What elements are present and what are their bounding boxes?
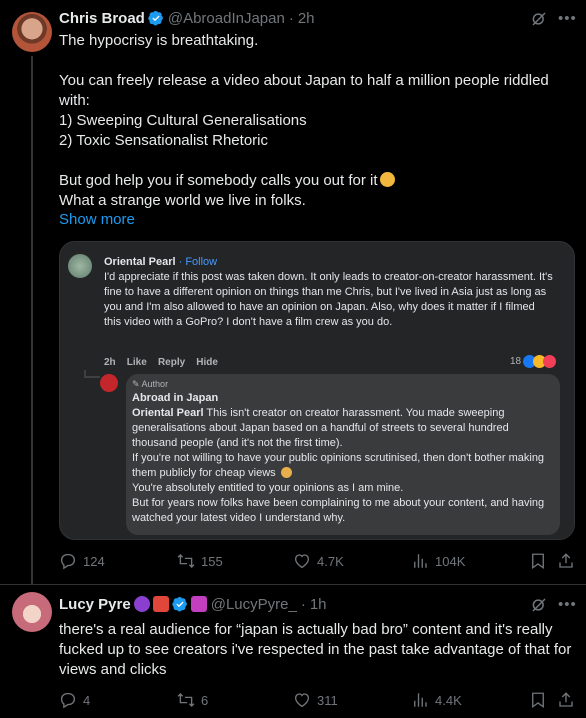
tweet-actions: 4 6 311 4.4K <box>59 690 575 710</box>
bookmark-icon[interactable] <box>529 552 547 570</box>
tweet-actions: 124 155 4.7K 104K <box>59 551 575 571</box>
embedded-screenshot[interactable]: Oriental Pearl · Follow I'd appreciate i… <box>59 241 575 540</box>
reply-button[interactable]: 4 <box>59 690 90 710</box>
comment-like: Like <box>126 357 147 368</box>
views-button[interactable]: 104K <box>411 551 465 571</box>
views-count: 104K <box>435 553 466 569</box>
views-icon <box>414 693 427 707</box>
fries-emoji-icon <box>152 596 169 612</box>
reply-author: Abroad in Japan <box>132 392 219 404</box>
comment-reply: Reply <box>157 357 186 368</box>
follow-link: · Follow <box>178 256 218 268</box>
show-more-link[interactable]: Show more <box>59 211 135 228</box>
author-badge: ✎ Author <box>132 379 169 389</box>
author-badge-label: Author <box>141 379 169 389</box>
tweet-text: The hypocrisy is breathtaking. You can f… <box>59 31 574 211</box>
avatar[interactable] <box>12 12 52 52</box>
affiliate-badge-icon <box>190 596 207 612</box>
author-handle[interactable]: @LucyPyre_ <box>211 596 297 613</box>
views-icon <box>414 554 427 568</box>
like-count: 4.7K <box>317 553 344 569</box>
tweet-text-last-line: What a strange world we live in folks. <box>59 192 306 209</box>
repost-count: 6 <box>201 692 209 708</box>
reply-line-3: You're absolutely entitled to your opini… <box>132 482 404 494</box>
tweet-chris-broad[interactable]: Chris Broad @AbroadInJapan · 2h ••• The … <box>0 0 586 585</box>
like-button[interactable]: 4.7K <box>293 551 344 571</box>
repost-button[interactable]: 155 <box>177 551 223 571</box>
comment-author: Oriental Pearl <box>104 256 176 268</box>
love-reaction-icon <box>543 355 557 368</box>
tweet-header: Chris Broad @AbroadInJapan · 2h <box>59 8 315 28</box>
avatar[interactable] <box>12 592 52 632</box>
commenter-avatar <box>68 254 92 278</box>
timestamp[interactable]: 1h <box>310 596 327 613</box>
author-name[interactable]: Lucy Pyre <box>59 596 131 613</box>
repost-count: 155 <box>201 553 223 569</box>
timestamp[interactable]: 2h <box>298 10 315 27</box>
reply-line-2: If you're not willing to have your publi… <box>132 452 545 479</box>
reaction-summary: 18 <box>510 354 557 369</box>
reaction-count: 18 <box>510 356 522 367</box>
author-handle[interactable]: @AbroadInJapan <box>168 10 285 27</box>
reply-count: 4 <box>83 692 91 708</box>
tweet-text-body: The hypocrisy is breathtaking. You can f… <box>59 32 549 189</box>
comment-time: 2h <box>104 357 116 368</box>
share-icon[interactable] <box>557 552 575 570</box>
bookmark-icon[interactable] <box>529 691 547 709</box>
like-count: 311 <box>317 692 338 708</box>
more-options-icon[interactable]: ••• <box>558 596 576 614</box>
thread-line <box>31 56 33 585</box>
tweet-header: Lucy Pyre @LucyPyre_ · 1h <box>59 594 327 614</box>
verified-badge-icon <box>148 11 163 26</box>
devil-emoji-icon <box>133 596 150 612</box>
reply-button[interactable]: 124 <box>59 551 105 571</box>
reply-connector-horizontal <box>84 376 100 378</box>
reply-line-4: But for years now folks have been compla… <box>132 497 545 524</box>
grok-icon[interactable] <box>530 596 548 614</box>
reply-bubble: ✎ Author Abroad in Japan Oriental Pearl … <box>126 374 560 535</box>
comment-text: I'd appreciate if this post was taken do… <box>104 271 553 328</box>
reply-mention: Oriental Pearl <box>132 407 204 419</box>
reply-icon <box>60 692 76 709</box>
like-button[interactable]: 311 <box>293 690 338 710</box>
grok-icon[interactable] <box>530 10 548 28</box>
heart-icon <box>294 554 310 569</box>
separator-dot: · <box>288 9 294 27</box>
repost-icon <box>177 554 195 568</box>
separator-dot: · <box>300 595 306 613</box>
more-options-icon[interactable]: ••• <box>558 10 576 28</box>
reply-icon <box>60 553 76 570</box>
views-count: 4.4K <box>435 692 462 708</box>
tweet-text: there's a real audience for “japan is ac… <box>59 621 576 678</box>
comment-hide: Hide <box>196 357 218 368</box>
repost-button[interactable]: 6 <box>177 690 208 710</box>
comment-meta: 2h Like Reply Hide <box>104 355 218 370</box>
heart-icon <box>294 693 310 708</box>
author-name[interactable]: Chris Broad <box>59 10 145 27</box>
views-button[interactable]: 4.4K <box>411 690 462 710</box>
facepalm-emoji-icon <box>379 172 395 187</box>
reply-count: 124 <box>83 553 105 569</box>
reply-text: Oriental Pearl This isn't creator on cre… <box>132 406 552 526</box>
verified-badge-icon <box>172 597 187 612</box>
emoji-icon <box>280 467 292 478</box>
repost-icon <box>177 693 195 707</box>
share-icon[interactable] <box>557 691 575 709</box>
author-page-avatar <box>100 374 118 392</box>
